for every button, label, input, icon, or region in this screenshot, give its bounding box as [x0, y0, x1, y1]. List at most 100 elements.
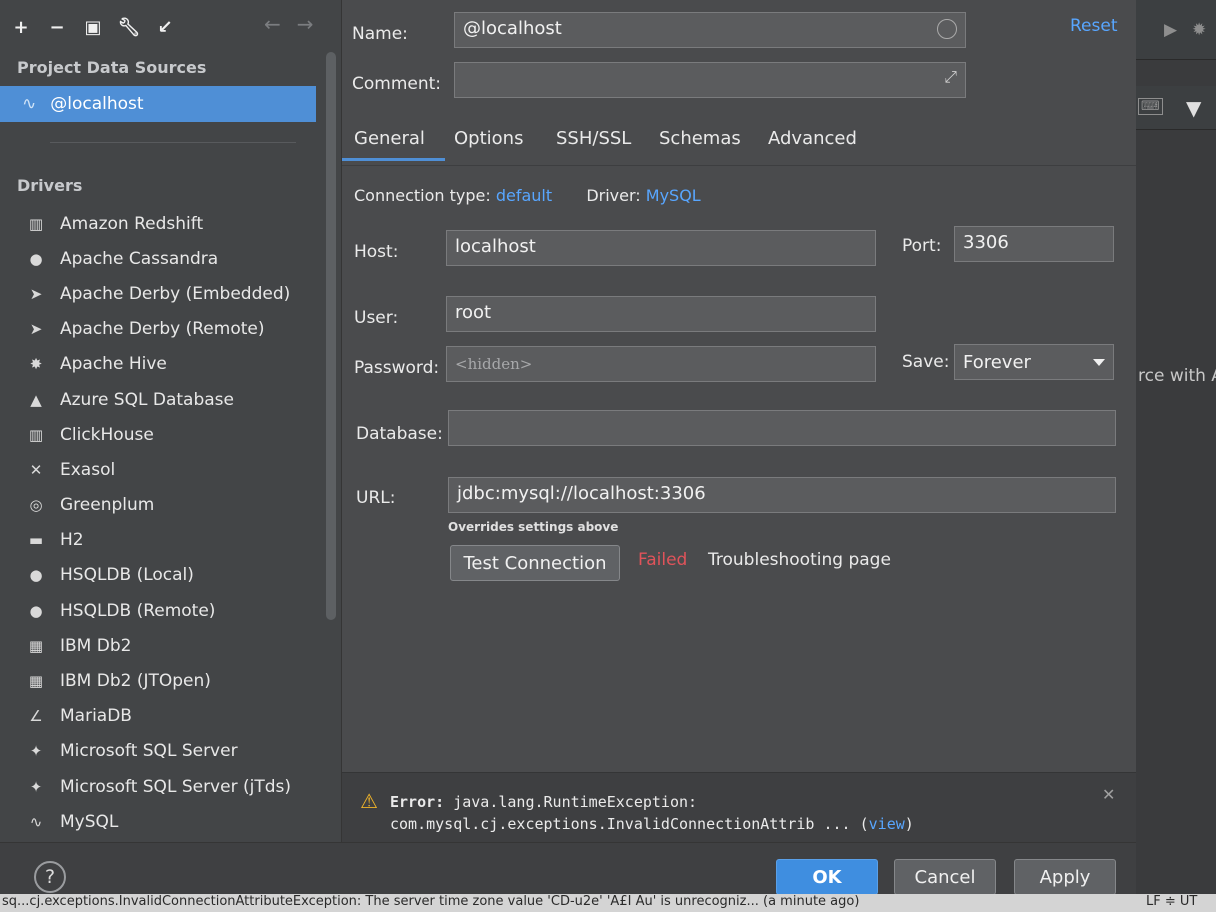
- warning-icon: ⚠: [360, 789, 378, 813]
- name-value: @localhost: [463, 18, 562, 39]
- import-icon[interactable]: ↙: [154, 16, 176, 38]
- port-input[interactable]: 3306: [954, 226, 1114, 262]
- driver-item[interactable]: ▥ Amazon Redshift: [0, 206, 320, 241]
- driver-icon: ✸: [29, 355, 43, 374]
- tab-ssh-ssl[interactable]: SSH/SSL: [556, 128, 631, 149]
- driver-label: IBM Db2 (JTOpen): [60, 671, 211, 692]
- driver-item[interactable]: ◎ Greenplum: [0, 488, 320, 523]
- driver-label: Apache Derby (Embedded): [60, 283, 291, 304]
- duplicate-icon[interactable]: ▣: [82, 16, 104, 38]
- error-prefix: Error:: [390, 793, 445, 811]
- comment-input[interactable]: ⤢: [454, 62, 966, 98]
- tab-advanced[interactable]: Advanced: [768, 128, 857, 149]
- tab-schemas[interactable]: Schemas: [659, 128, 741, 149]
- driver-icon: ●: [29, 249, 43, 268]
- line-separator-indicator[interactable]: LF ≑ UT: [1146, 894, 1197, 909]
- driver-item[interactable]: ▦ IBM Db2 (JTOpen): [0, 663, 320, 698]
- driver-icon: ✕: [29, 460, 43, 479]
- tab-options[interactable]: Options: [454, 128, 523, 149]
- driver-item[interactable]: ∿ MySQL: [0, 804, 320, 839]
- status-message[interactable]: sq...cj.exceptions.InvalidConnectionAttr…: [2, 894, 859, 909]
- driver-link[interactable]: MySQL: [646, 186, 701, 205]
- test-connection-button[interactable]: Test Connection: [450, 545, 620, 581]
- chevron-down-icon: [1093, 358, 1105, 366]
- plus-icon[interactable]: +: [10, 16, 32, 38]
- driver-item[interactable]: ∠ MariaDB: [0, 699, 320, 734]
- expand-icon[interactable]: ⤢: [944, 67, 957, 87]
- driver-label: Microsoft SQL Server: [60, 741, 238, 762]
- save-label: Save:: [902, 352, 950, 372]
- driver-item[interactable]: ➤ Apache Derby (Remote): [0, 312, 320, 347]
- data-source-item[interactable]: ∿ @localhost: [0, 86, 316, 122]
- error-message: Error: java.lang.RuntimeException: com.m…: [390, 791, 914, 835]
- driver-label: H2: [60, 530, 84, 551]
- filter-icon[interactable]: ▼: [1186, 96, 1201, 120]
- help-button[interactable]: ?: [34, 861, 66, 893]
- user-input[interactable]: root: [446, 296, 876, 332]
- tab-bar: General Options SSH/SSL Schemas Advanced: [342, 122, 1136, 166]
- right-pane: Name: @localhost Reset Comment: ⤢ Genera…: [342, 0, 1136, 860]
- tab-general[interactable]: General: [342, 128, 445, 161]
- error-panel: ⚠ Error: java.lang.RuntimeException: com…: [342, 772, 1136, 842]
- driver-icon: ✦: [29, 742, 43, 761]
- user-label: User:: [354, 308, 399, 328]
- debug-icon[interactable]: ✹: [1192, 20, 1206, 40]
- color-circle-icon[interactable]: [937, 19, 957, 39]
- ide-background: ▶ ✹ ⌨ ▼ rce with A: [1130, 0, 1216, 912]
- mysql-icon: ∿: [22, 94, 37, 114]
- driver-label: HSQLDB (Remote): [60, 600, 216, 621]
- error-line2-end: ): [904, 815, 914, 833]
- apply-button[interactable]: Apply: [1014, 859, 1116, 895]
- driver-item[interactable]: ● HSQLDB (Local): [0, 558, 320, 593]
- save-select[interactable]: Forever: [954, 344, 1114, 380]
- minus-icon[interactable]: −: [46, 16, 68, 38]
- driver-item[interactable]: ▦ IBM Db2: [0, 628, 320, 663]
- url-input[interactable]: jdbc:mysql://localhost:3306: [448, 477, 1116, 513]
- driver-icon: ➤: [29, 320, 43, 339]
- error-line1: java.lang.RuntimeException:: [453, 793, 698, 811]
- comment-label: Comment:: [352, 74, 442, 94]
- ide-toolbar: ▶ ✹: [1130, 0, 1216, 60]
- driver-item[interactable]: ✦ Microsoft SQL Server (jTds): [0, 769, 320, 804]
- driver-icon: ●: [29, 601, 43, 620]
- project-data-sources-title: Project Data Sources: [17, 58, 207, 77]
- driver-item[interactable]: ▥ ClickHouse: [0, 417, 320, 452]
- back-arrow-icon[interactable]: ←: [264, 12, 281, 36]
- data-source-label: @localhost: [50, 94, 144, 114]
- nav-arrows: ← →: [264, 12, 314, 36]
- driver-item[interactable]: ● HSQLDB (Remote): [0, 593, 320, 628]
- scrollbar[interactable]: [326, 52, 336, 620]
- save-value: Forever: [963, 351, 1031, 373]
- driver-item[interactable]: ▬ H2: [0, 523, 320, 558]
- driver-item[interactable]: ● Apache Cassandra: [0, 241, 320, 276]
- name-input[interactable]: @localhost: [454, 12, 966, 48]
- host-input[interactable]: localhost: [446, 230, 876, 266]
- wrench-icon[interactable]: 🔧︎: [118, 16, 141, 38]
- cancel-button[interactable]: Cancel: [894, 859, 996, 895]
- driver-item[interactable]: ▲ Azure SQL Database: [0, 382, 320, 417]
- troubleshooting-link[interactable]: Troubleshooting page: [708, 550, 891, 570]
- forward-arrow-icon[interactable]: →: [297, 12, 314, 36]
- ide-status-bar: sq...cj.exceptions.InvalidConnectionAttr…: [0, 894, 1216, 912]
- connection-type-link[interactable]: default: [496, 186, 552, 205]
- database-input[interactable]: [448, 410, 1116, 446]
- name-label: Name:: [352, 24, 408, 44]
- driver-label: MySQL: [60, 811, 119, 832]
- driver-label: Amazon Redshift: [60, 213, 204, 234]
- run-icon[interactable]: ▶: [1164, 20, 1177, 40]
- driver-icon: ✦: [29, 777, 43, 796]
- console-icon[interactable]: ⌨: [1138, 98, 1163, 115]
- ide-secondary-toolbar: ⌨ ▼: [1130, 86, 1216, 130]
- close-icon[interactable]: ✕: [1102, 785, 1115, 804]
- password-input[interactable]: <hidden>: [446, 346, 876, 382]
- view-link[interactable]: view: [869, 815, 905, 833]
- driver-item[interactable]: ✕ Exasol: [0, 452, 320, 487]
- ok-button[interactable]: OK: [776, 859, 878, 895]
- driver-icon: ▥: [28, 425, 44, 444]
- driver-label: Greenplum: [60, 495, 155, 516]
- connection-info: Connection type: default Driver: MySQL: [354, 186, 701, 205]
- driver-item[interactable]: ✸ Apache Hive: [0, 347, 320, 382]
- driver-item[interactable]: ✦ Microsoft SQL Server: [0, 734, 320, 769]
- reset-link[interactable]: Reset: [1070, 16, 1118, 36]
- driver-item[interactable]: ➤ Apache Derby (Embedded): [0, 276, 320, 311]
